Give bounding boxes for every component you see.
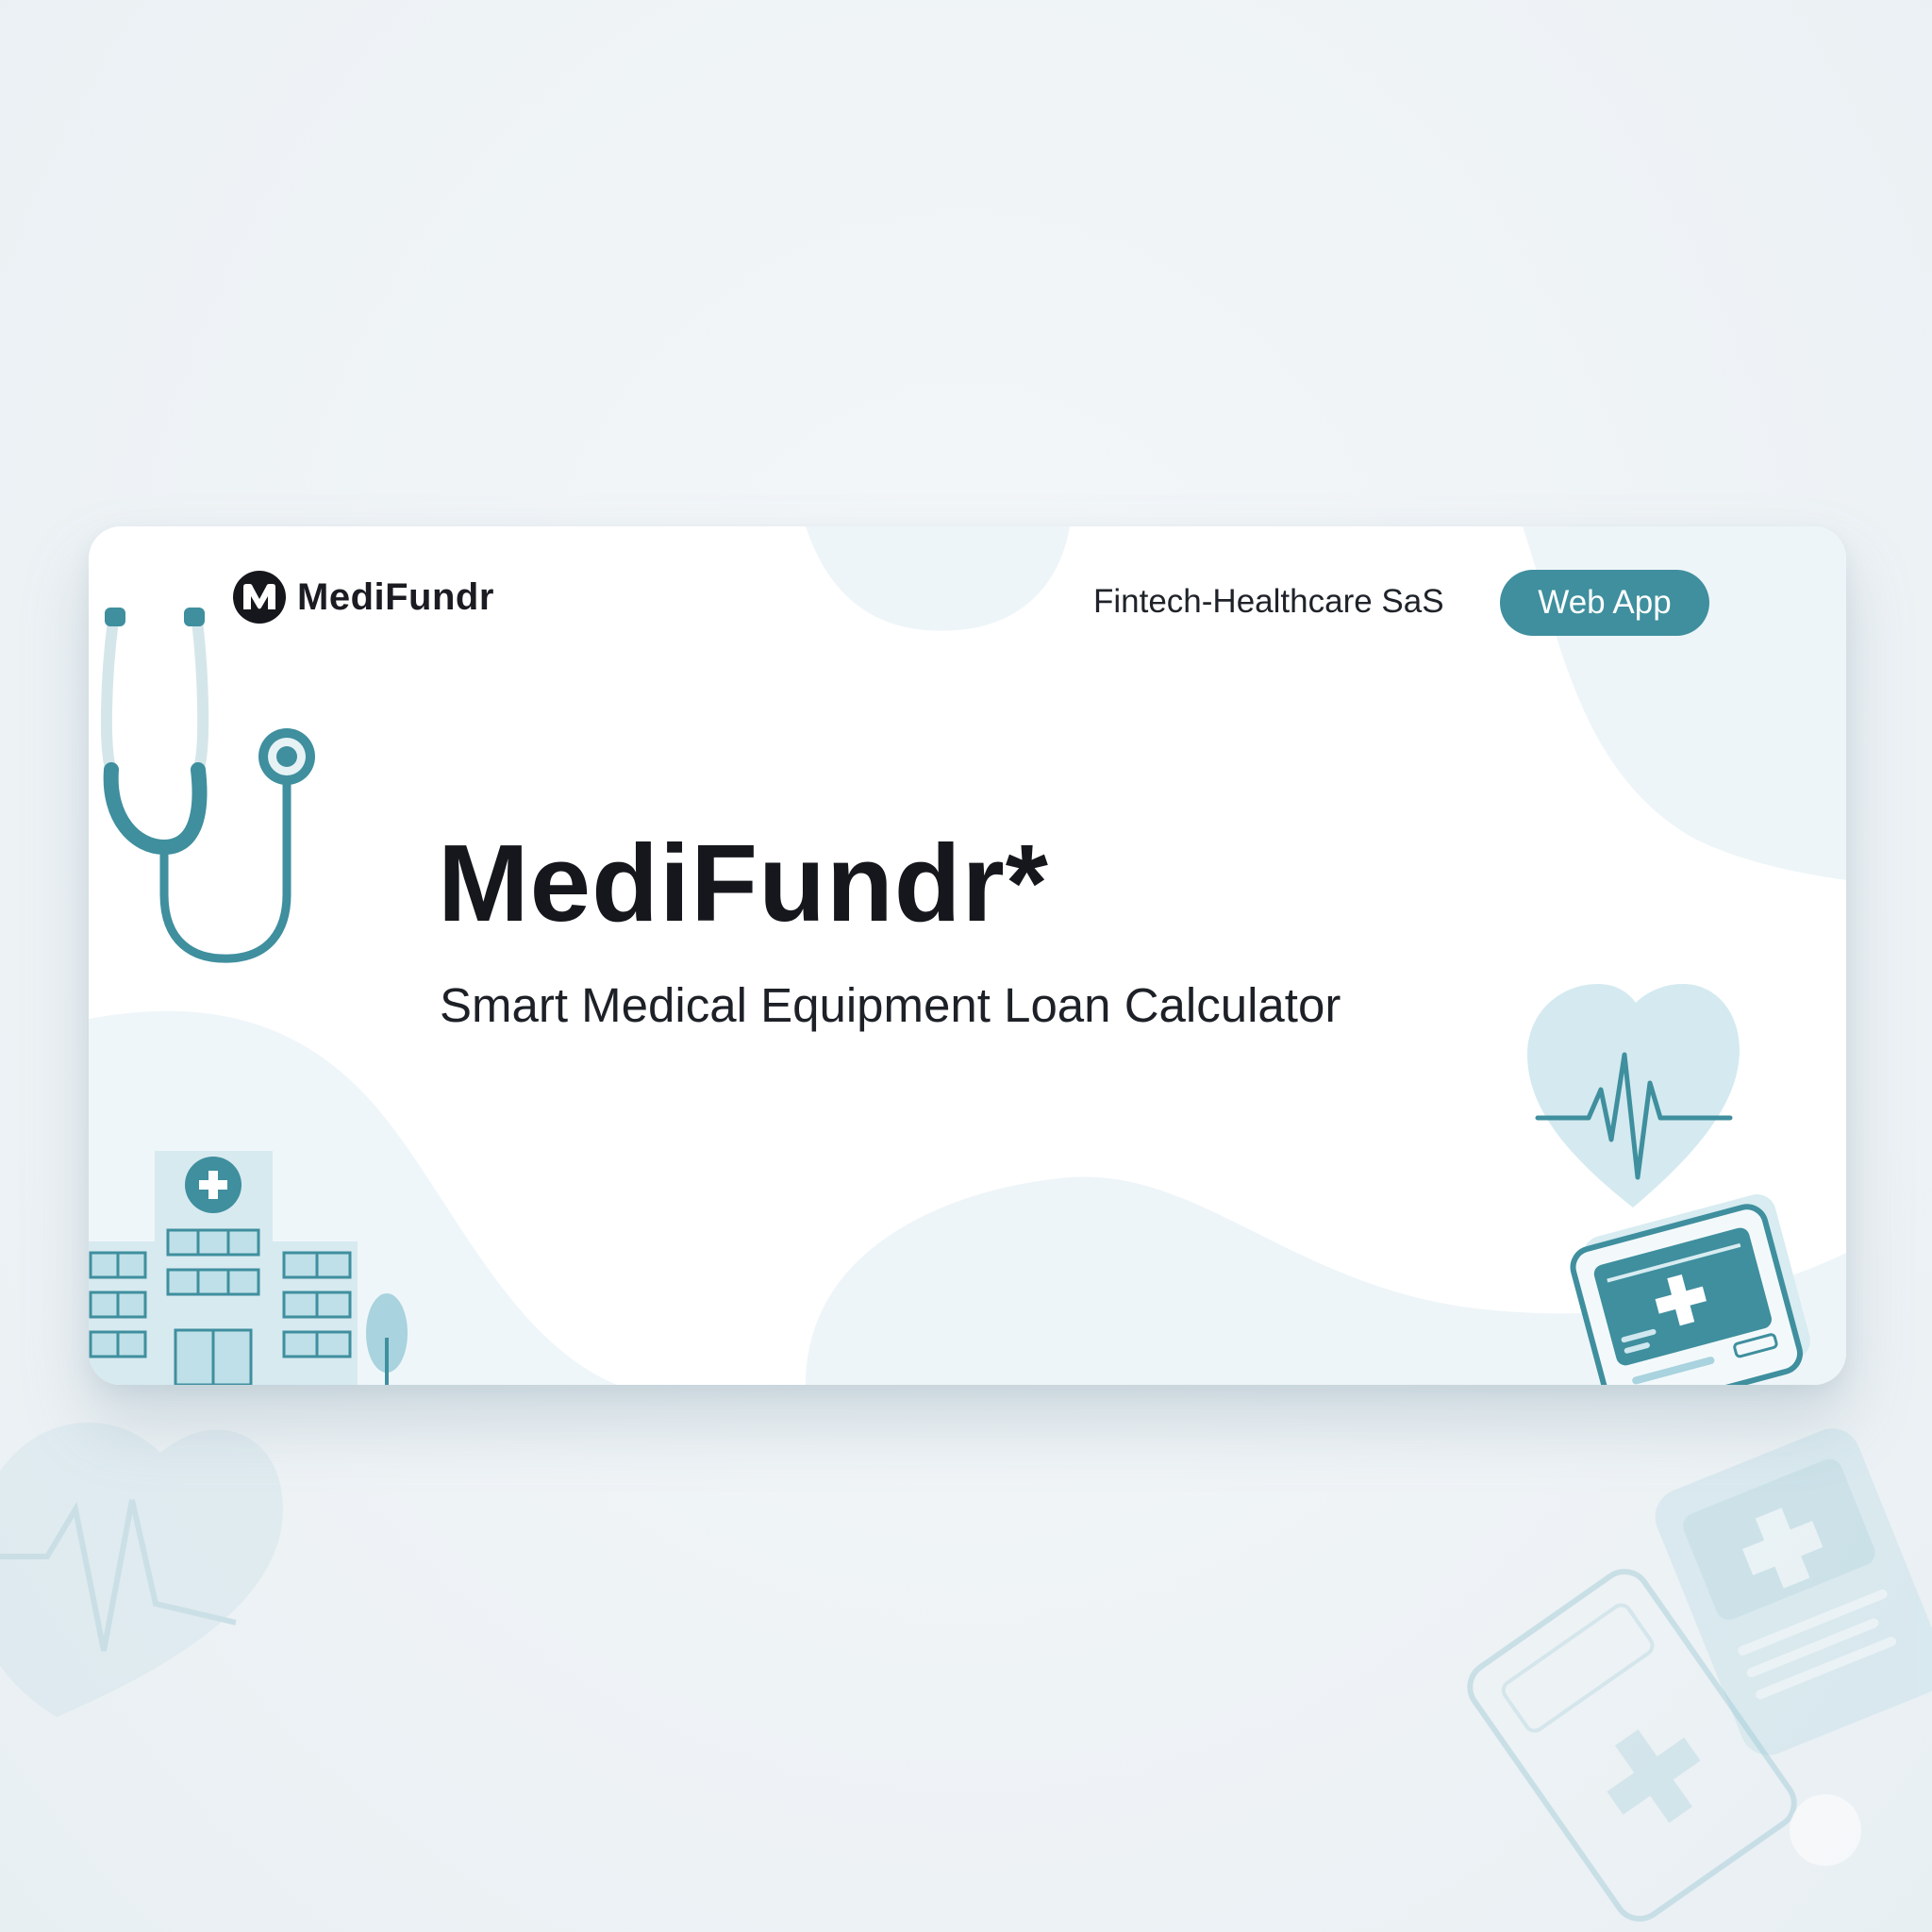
hero-title: MediFundr* <box>438 822 1049 944</box>
brand-logo[interactable]: MediFundr <box>233 571 494 624</box>
hero-subtitle: Smart Medical Equipment Loan Calculator <box>440 978 1341 1032</box>
card-illustrations <box>89 526 1846 1385</box>
corner-badge <box>1790 1794 1861 1866</box>
faded-medical-tablet-icon <box>1655 1428 1932 1756</box>
hero-banner-card: MediFundr Fintech-Healthcare SaS Web App… <box>89 526 1846 1385</box>
web-app-button[interactable]: Web App <box>1500 570 1709 636</box>
blob-top-center <box>806 526 1070 631</box>
header-tagline: Fintech-Healthcare SaS <box>1093 583 1444 620</box>
faded-heart-pulse-icon <box>0 1423 283 1717</box>
page-background: MediFundr Fintech-Healthcare SaS Web App… <box>0 0 1932 1932</box>
logo-m-icon <box>233 571 286 624</box>
heart-pulse-icon <box>1527 984 1740 1208</box>
medical-tablet-icon <box>1570 1194 1810 1385</box>
brand-name: MediFundr <box>297 575 494 618</box>
stethoscope-icon <box>100 608 315 963</box>
